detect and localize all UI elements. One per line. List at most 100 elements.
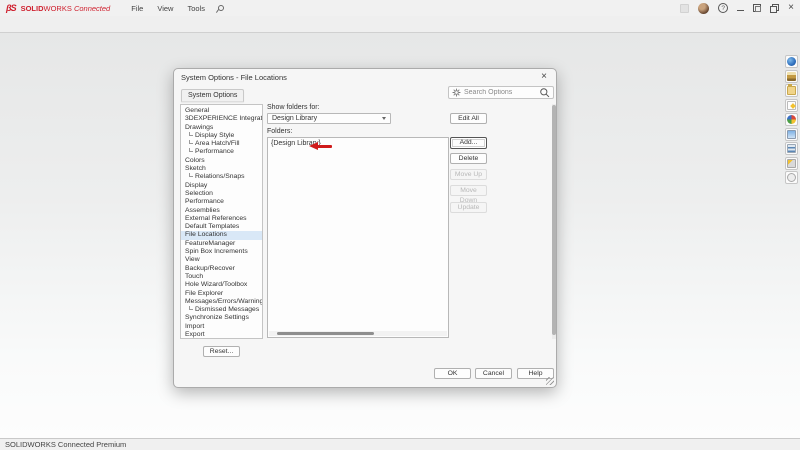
tree-item-drawings[interactable]: Drawings [181, 124, 262, 132]
tree-item-colors[interactable]: Colors [181, 157, 262, 165]
tree-item-sketch[interactable]: Sketch [181, 165, 262, 173]
tree-item-dismissed-messages[interactable]: Dismissed Messages [181, 306, 262, 314]
delete-button[interactable]: Delete [450, 153, 487, 164]
move-down-button[interactable]: Move Down [450, 185, 487, 196]
library-icon [787, 72, 796, 81]
tree-item-assemblies[interactable]: Assemblies [181, 207, 262, 215]
search-options-box[interactable]: Search Options [448, 86, 554, 99]
reset-button[interactable]: Reset... [203, 346, 240, 357]
dialog-close-icon[interactable]: × [538, 71, 550, 83]
minimize-icon[interactable] [737, 10, 744, 11]
help-icon[interactable]: ? [718, 3, 728, 13]
brand-solid: SOLID [21, 4, 44, 13]
tree-item-spin-box-increments[interactable]: Spin Box Increments [181, 248, 262, 256]
folder-icon [787, 86, 796, 95]
tree-item-external-references[interactable]: External References [181, 215, 262, 223]
search-placeholder: Search Options [464, 89, 536, 96]
tree-item-selection[interactable]: Selection [181, 190, 262, 198]
show-folders-label: Show folders for: [267, 104, 320, 111]
menu-view[interactable]: View [150, 2, 180, 15]
tree-item-performance[interactable]: Performance [181, 198, 262, 206]
tree-item-3dexperience-integration[interactable]: 3DEXPERIENCE Integration [181, 115, 262, 123]
options-tree: General 3DEXPERIENCE Integration Drawing… [180, 104, 263, 339]
user-avatar[interactable] [698, 3, 709, 14]
tree-item-display[interactable]: Display [181, 182, 262, 190]
solidworks-window: βS SOLIDWORKS Connected File View Tools … [0, 0, 800, 450]
menu-tools[interactable]: Tools [180, 2, 212, 15]
vertical-scrollbar-thumb[interactable] [552, 105, 556, 335]
taskpane-scenes-icon[interactable] [785, 128, 798, 141]
gear-icon [452, 88, 461, 97]
toolbox-icon [787, 159, 796, 168]
tree-item-export[interactable]: Export [181, 331, 262, 339]
horizontal-scrollbar-thumb[interactable] [277, 332, 374, 336]
window-controls: ? × [680, 0, 794, 16]
apps-tile-icon[interactable] [680, 4, 689, 13]
forum-icon [787, 173, 796, 182]
chevron-down-icon [382, 117, 386, 120]
tree-item-general[interactable]: General [181, 107, 262, 115]
tree-item-file-explorer[interactable]: File Explorer [181, 290, 262, 298]
globe-icon [787, 57, 796, 66]
properties-icon [787, 144, 796, 153]
edit-all-button[interactable]: Edit All [450, 113, 487, 124]
update-button[interactable]: Update [450, 202, 487, 213]
titlebar: βS SOLIDWORKS Connected File View Tools … [0, 0, 800, 16]
toolbar-strip [0, 16, 800, 33]
tree-item-display-style[interactable]: Display Style [181, 132, 262, 140]
tree-item-relations-snaps[interactable]: Relations/Snaps [181, 173, 262, 181]
taskpane-appearances-icon[interactable] [785, 113, 798, 126]
horizontal-scrollbar[interactable] [269, 331, 447, 336]
system-options-dialog: System Options - File Locations × System… [173, 68, 557, 388]
tree-item-import[interactable]: Import [181, 323, 262, 331]
menu-file[interactable]: File [124, 2, 150, 15]
tree-item-file-locations[interactable]: File Locations [181, 231, 262, 239]
tree-item-view[interactable]: View [181, 256, 262, 264]
vertical-scrollbar[interactable] [552, 104, 556, 339]
folders-listbox[interactable]: {Design Library} [267, 137, 449, 338]
taskpane-view-palette-icon[interactable] [785, 99, 798, 112]
app-title: SOLIDWORKS Connected [21, 4, 111, 13]
search-icon [539, 87, 550, 98]
restore-icon[interactable] [770, 4, 779, 13]
taskpane-toolbox-icon[interactable] [785, 157, 798, 170]
resize-grip[interactable] [546, 377, 554, 385]
add-button[interactable]: Add... [450, 137, 487, 149]
taskpane-forum-icon[interactable] [785, 171, 798, 184]
color-wheel-icon [787, 115, 796, 124]
move-up-button[interactable]: Move Up [450, 169, 487, 180]
menu-pin-icon[interactable] [215, 4, 224, 13]
cancel-button[interactable]: Cancel [475, 368, 512, 379]
show-folders-dropdown[interactable]: Design Library [267, 113, 391, 124]
taskpane-3dexperience-icon[interactable] [785, 55, 798, 68]
status-text: SOLIDWORKS Connected Premium [5, 440, 126, 449]
tree-item-backup-recover[interactable]: Backup/Recover [181, 265, 262, 273]
taskpane-design-library-icon[interactable] [785, 70, 798, 83]
tab-system-options[interactable]: System Options [181, 89, 244, 102]
dialog-title: System Options - File Locations [181, 73, 287, 82]
tree-item-hole-wizard-toolbox[interactable]: Hole Wizard/Toolbox [181, 281, 262, 289]
tree-item-featuremanager[interactable]: FeatureManager [181, 240, 262, 248]
tree-item-synchronize-settings[interactable]: Synchronize Settings [181, 314, 262, 322]
ok-button[interactable]: OK [434, 368, 471, 379]
close-window-icon[interactable]: × [788, 3, 794, 13]
tree-item-area-hatch-fill[interactable]: Area Hatch/Fill [181, 140, 262, 148]
tree-item-performance-drawings[interactable]: Performance [181, 148, 262, 156]
maximize-icon[interactable] [753, 4, 761, 12]
task-pane-tabs [785, 55, 799, 184]
menubar: File View Tools [124, 2, 212, 15]
brand-connected: Connected [74, 4, 110, 13]
solidworks-logo-icon: βS [6, 3, 16, 13]
palette-icon [787, 101, 796, 110]
tree-item-messages-errors-warnings[interactable]: Messages/Errors/Warnings [181, 298, 262, 306]
taskpane-file-explorer-icon[interactable] [785, 84, 798, 97]
folder-list-item[interactable]: {Design Library} [268, 138, 448, 149]
status-bar: SOLIDWORKS Connected Premium [0, 438, 800, 450]
scene-icon [787, 130, 796, 139]
tree-item-default-templates[interactable]: Default Templates [181, 223, 262, 231]
red-arrow-annotation-icon [309, 142, 333, 150]
tree-item-touch[interactable]: Touch [181, 273, 262, 281]
dropdown-value: Design Library [272, 115, 382, 122]
folders-label: Folders: [267, 128, 292, 135]
taskpane-custom-properties-icon[interactable] [785, 142, 798, 155]
